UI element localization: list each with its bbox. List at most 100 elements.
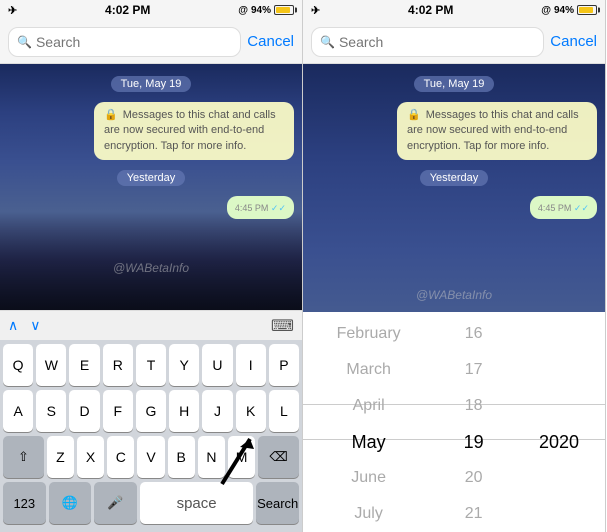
search-icon-left: 🔍 — [17, 35, 32, 49]
key-q[interactable]: Q — [3, 344, 33, 386]
day-18[interactable]: 18 — [464, 388, 484, 424]
year-placeholder-4 — [539, 460, 579, 496]
chat-area-right: Tue, May 19 🔒 Messages to this chat and … — [303, 64, 605, 532]
key-s[interactable]: S — [36, 390, 66, 432]
month-july[interactable]: July — [337, 496, 401, 532]
month-april[interactable]: April — [337, 388, 401, 424]
year-2020[interactable]: 2020 — [539, 424, 579, 460]
key-delete[interactable]: ⌫ — [258, 436, 299, 478]
check-marks-left: ✓✓ — [271, 203, 286, 213]
month-february[interactable]: February — [337, 316, 401, 352]
date-badge-right: Tue, May 19 — [414, 76, 495, 92]
key-f[interactable]: F — [103, 390, 133, 432]
system-message-right: 🔒 Messages to this chat and calls are no… — [397, 102, 597, 160]
month-june[interactable]: June — [337, 460, 401, 496]
key-v[interactable]: V — [137, 436, 164, 478]
key-123[interactable]: 123 — [3, 482, 46, 524]
key-p[interactable]: P — [269, 344, 299, 386]
system-message-left: 🔒 Messages to this chat and calls are no… — [94, 102, 294, 160]
day-17[interactable]: 17 — [464, 352, 484, 388]
key-search[interactable]: Search — [256, 482, 299, 524]
key-i[interactable]: I — [236, 344, 266, 386]
year-placeholder-3 — [539, 388, 579, 424]
nav-up-button[interactable]: ∧ — [8, 317, 18, 334]
day-21[interactable]: 21 — [464, 496, 484, 532]
key-g[interactable]: G — [136, 390, 166, 432]
year-placeholder-1 — [539, 316, 579, 352]
bubble-time-left: 4:45 PM ✓✓ — [235, 203, 286, 214]
month-march[interactable]: March — [337, 352, 401, 388]
date-col-year[interactable]: 2020 — [513, 312, 605, 532]
outgoing-bubble-left: 4:45 PM ✓✓ — [227, 196, 294, 219]
airplane-icon-right: ✈ — [311, 4, 320, 17]
key-h[interactable]: H — [169, 390, 199, 432]
search-input-left[interactable] — [36, 34, 232, 50]
chat-content-left: Tue, May 19 🔒 Messages to this chat and … — [0, 64, 302, 227]
key-x[interactable]: X — [77, 436, 104, 478]
key-l[interactable]: L — [269, 390, 299, 432]
nav-down-button[interactable]: ∨ — [30, 317, 40, 334]
watermark-right: @WABetaInfo — [416, 288, 492, 302]
battery-icon-right — [577, 5, 597, 15]
key-mic[interactable]: 🎤 — [94, 482, 137, 524]
system-message-text-right: Messages to this chat and calls are now … — [407, 109, 579, 152]
lock-icon-left: 🔒 — [104, 109, 118, 121]
signal-icon: @ — [238, 5, 248, 16]
keyboard-row-2: A S D F G H J K L — [3, 390, 299, 432]
key-u[interactable]: U — [202, 344, 232, 386]
key-z[interactable]: Z — [47, 436, 74, 478]
key-b[interactable]: B — [168, 436, 195, 478]
key-y[interactable]: Y — [169, 344, 199, 386]
search-icon-right: 🔍 — [320, 35, 335, 49]
yesterday-badge-right: Yesterday — [420, 170, 489, 186]
key-k[interactable]: K — [236, 390, 266, 432]
key-globe[interactable]: 🌐 — [49, 482, 92, 524]
yesterday-badge-left: Yesterday — [117, 170, 186, 186]
search-input-wrapper-right[interactable]: 🔍 — [311, 27, 544, 57]
airplane-icon: ✈ — [8, 4, 17, 17]
date-badge-left: Tue, May 19 — [111, 76, 192, 92]
battery-icon-left — [274, 5, 294, 15]
battery-pct-right: 94% — [554, 5, 574, 16]
chat-content-right: Tue, May 19 🔒 Messages to this chat and … — [303, 64, 605, 227]
status-bar-left: ✈ 4:02 PM @ 94% — [0, 0, 302, 20]
left-panel: ✈ 4:02 PM @ 94% 🔍 Cancel Tue, May 19 🔒 M… — [0, 0, 303, 532]
key-c[interactable]: C — [107, 436, 134, 478]
key-d[interactable]: D — [69, 390, 99, 432]
arrow-indicator — [212, 429, 262, 494]
key-shift[interactable]: ⇧ — [3, 436, 44, 478]
key-j[interactable]: J — [202, 390, 232, 432]
key-w[interactable]: W — [36, 344, 66, 386]
cancel-button-right[interactable]: Cancel — [550, 33, 597, 50]
year-placeholder-2 — [539, 352, 579, 388]
key-a[interactable]: A — [3, 390, 33, 432]
year-placeholder-5 — [539, 496, 579, 532]
year-items: 2020 — [539, 312, 579, 532]
date-col-month[interactable]: February March April May June July Augus… — [303, 312, 434, 532]
search-input-wrapper-left[interactable]: 🔍 — [8, 27, 241, 57]
system-message-text-left: Messages to this chat and calls are now … — [104, 109, 276, 152]
day-19[interactable]: 19 — [464, 424, 484, 460]
date-picker[interactable]: February March April May June July Augus… — [303, 312, 605, 532]
day-items: 16 17 18 19 20 21 22 — [464, 312, 484, 532]
cancel-button-left[interactable]: Cancel — [247, 33, 294, 50]
battery-pct-left: 94% — [251, 5, 271, 16]
signal-icon-right: @ — [541, 5, 551, 16]
month-may[interactable]: May — [337, 424, 401, 460]
search-input-right[interactable] — [339, 34, 535, 50]
lock-icon-right: 🔒 — [407, 109, 421, 121]
key-t[interactable]: T — [136, 344, 166, 386]
search-bar-right: 🔍 Cancel — [303, 20, 605, 64]
bubble-time-right: 4:45 PM ✓✓ — [538, 203, 589, 214]
watermark-left: @WABetaInfo — [113, 261, 189, 275]
day-20[interactable]: 20 — [464, 460, 484, 496]
key-e[interactable]: E — [69, 344, 99, 386]
key-r[interactable]: R — [103, 344, 133, 386]
date-col-day[interactable]: 16 17 18 19 20 21 22 — [434, 312, 513, 532]
keyboard-icon: ⌨ — [271, 316, 294, 336]
status-bar-right: ✈ 4:02 PM @ 94% — [303, 0, 605, 20]
outgoing-bubble-right: 4:45 PM ✓✓ — [530, 196, 597, 219]
chat-area-left: Tue, May 19 🔒 Messages to this chat and … — [0, 64, 302, 310]
nav-arrows: ∧ ∨ ⌨ — [0, 310, 302, 340]
day-16[interactable]: 16 — [464, 316, 484, 352]
